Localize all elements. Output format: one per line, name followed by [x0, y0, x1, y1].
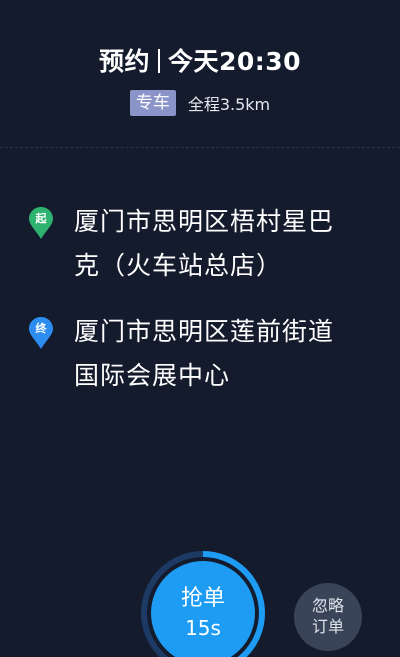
dropoff-address-line1: 厦门市思明区莲前街道 — [74, 317, 335, 346]
service-tag: 专车 — [129, 90, 176, 116]
dropoff-address-line2: 国际会展中心 — [74, 361, 231, 390]
grab-order-timer: 15s — [185, 616, 221, 640]
trip-distance: 全程3.5km — [187, 95, 271, 114]
dropoff-address: 厦门市思明区莲前街道 国际会展中心 — [74, 310, 376, 398]
title-separator — [157, 49, 160, 73]
order-header: 预约 今天20:30 专车 全程3.5km — [0, 0, 400, 148]
pickup-address-line1: 厦门市思明区梧村星巴 — [74, 207, 335, 236]
booking-time: 今天20:30 — [167, 47, 302, 76]
pickup-pin-icon: 起 — [28, 206, 54, 240]
pickup-address-line2: 克（火车站总店） — [74, 251, 283, 280]
pickup-location: 起 厦门市思明区梧村星巴 克（火车站总店） — [28, 200, 376, 288]
ignore-order-button[interactable]: 忽略 订单 — [294, 583, 362, 651]
order-title: 预约 今天20:30 — [0, 42, 400, 78]
grab-order-label: 抢单 — [180, 586, 225, 611]
dropoff-location: 终 厦门市思明区莲前街道 国际会展中心 — [28, 310, 376, 398]
dropoff-pin-icon: 终 — [28, 316, 54, 350]
booking-type: 预约 — [98, 47, 150, 76]
pickup-pin-label: 起 — [35, 212, 47, 225]
order-meta: 专车 全程3.5km — [0, 90, 400, 116]
dropoff-pin-label: 终 — [35, 322, 47, 335]
order-card-screen: 预约 今天20:30 专车 全程3.5km 起 厦门市思明区梧村星巴 克（火车站总… — [0, 0, 400, 657]
grab-order-button[interactable]: 抢单 15s — [151, 561, 255, 657]
ignore-order-label-line2: 订单 — [311, 617, 344, 636]
dashed-divider — [0, 147, 400, 148]
pickup-address: 厦门市思明区梧村星巴 克（火车站总店） — [74, 200, 376, 288]
ignore-order-label-line1: 忽略 — [311, 596, 344, 615]
grab-order-control: 抢单 15s — [140, 550, 266, 657]
